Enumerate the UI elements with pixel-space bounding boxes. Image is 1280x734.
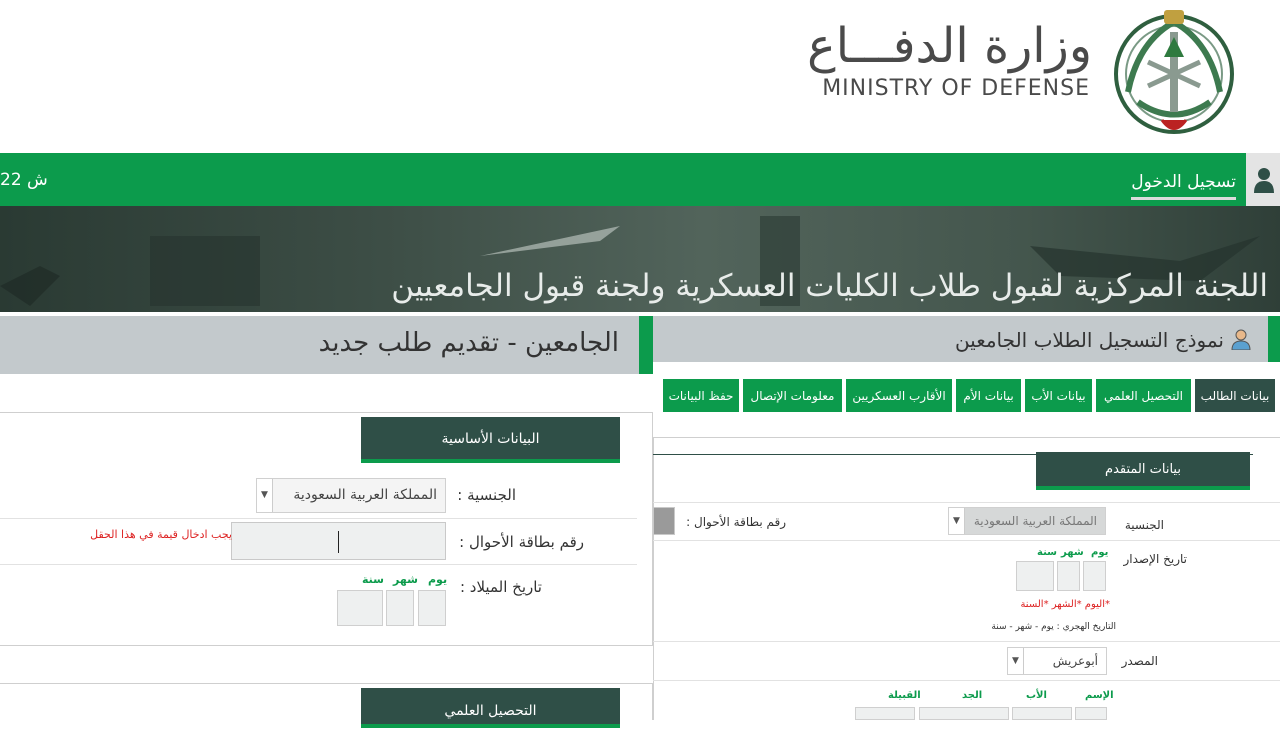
applicant-civil-id-label: رقم بطاقة الأحوال : — [686, 515, 786, 529]
birth-year-label: سنة — [362, 573, 384, 586]
tab-student-data[interactable]: بيانات الطالب — [1194, 378, 1276, 413]
tab-father-data[interactable]: بيانات الأب — [1024, 378, 1093, 413]
ministry-emblem-logo — [1114, 10, 1234, 134]
chevron-down-icon: ▼ — [1008, 648, 1024, 674]
row-divider — [653, 680, 1280, 681]
row-divider — [653, 502, 1280, 503]
birth-month-input[interactable] — [386, 590, 414, 626]
first-name-label: الإسم — [1085, 690, 1114, 701]
top-navbar — [0, 153, 1280, 206]
issue-day-input[interactable] — [1083, 561, 1106, 591]
civil-id-input[interactable] — [231, 522, 446, 560]
user-icon — [1254, 168, 1274, 193]
row-divider — [0, 564, 637, 565]
left-page-title-bar: الجامعين - تقديم طلب جديد — [0, 316, 653, 374]
tab-contact-info[interactable]: معلومات الإتصال — [742, 378, 843, 413]
source-select[interactable]: أبوعريش ▼ — [1007, 647, 1107, 675]
row-divider — [0, 518, 637, 519]
row-divider — [653, 540, 1280, 541]
login-link[interactable]: تسجيل الدخول — [1131, 172, 1236, 200]
banner-title: اللجنة المركزية لقبول طلاب الكليات العسك… — [391, 268, 1268, 304]
issue-date-required: *اليوم *الشهر *السنة — [1020, 599, 1110, 610]
nationality-select[interactable]: المملكة العربية السعودية ▼ — [256, 478, 446, 513]
text-cursor — [338, 531, 339, 553]
chevron-down-icon: ▼ — [257, 479, 273, 512]
applicant-nationality-value: المملكة العربية السعودية — [973, 514, 1097, 528]
tribe-name-label: القبيلة — [888, 690, 921, 701]
tab-mother-data[interactable]: بيانات الأم — [955, 378, 1022, 413]
nationality-value: المملكة العربية السعودية — [293, 487, 437, 503]
hero-banner: اللجنة المركزية لقبول طلاب الكليات العسك… — [0, 206, 1280, 312]
chevron-down-icon: ▼ — [949, 508, 965, 534]
applicant-nationality-label: الجنسية — [1124, 518, 1164, 532]
section-header-academic: التحصيل العلمي — [361, 688, 620, 728]
issue-month-input[interactable] — [1057, 561, 1080, 591]
form-title: نموذج التسجيل الطلاب الجامعين — [954, 328, 1224, 352]
birth-date-label: تاريخ الميلاد : — [459, 578, 542, 596]
tab-military-relatives[interactable]: الأقارب العسكريين — [845, 378, 953, 413]
nationality-label: الجنسية : — [457, 486, 516, 504]
birth-month-label: شهر — [393, 573, 418, 586]
tribe-name-input[interactable] — [855, 707, 915, 720]
current-date: 22 ش — [0, 170, 48, 190]
civil-id-label: رقم بطاقة الأحوال : — [459, 533, 584, 551]
grandfather-name-input[interactable] — [919, 707, 1009, 720]
issue-year-input[interactable] — [1016, 561, 1054, 591]
right-form-title-bar: نموذج التسجيل الطلاب الجامعين — [653, 316, 1280, 362]
father-name-label: الأب — [1026, 690, 1047, 701]
site-header: وزارة الدفـــاع MINISTRY OF DEFENSE — [0, 0, 1280, 153]
section-header-basic: البيانات الأساسية — [361, 417, 620, 463]
birth-year-input[interactable] — [337, 590, 383, 626]
student-avatar-icon — [1231, 329, 1251, 350]
hijri-note: التاريخ الهجري : يوم - شهر - سنة — [991, 622, 1116, 632]
issue-month-label: شهر — [1061, 547, 1084, 558]
issue-year-label: سنة — [1037, 547, 1057, 558]
tab-academic[interactable]: التحصيل العلمي — [1095, 378, 1192, 413]
issue-day-label: يوم — [1091, 547, 1109, 558]
applicant-civil-id-input[interactable] — [653, 507, 675, 535]
ministry-title-english: MINISTRY OF DEFENSE — [822, 76, 1090, 101]
birth-day-label: يوم — [428, 573, 448, 586]
birth-day-input[interactable] — [418, 590, 446, 626]
section-header-applicant: بيانات المتقدم — [1036, 452, 1250, 490]
page-title: الجامعين - تقديم طلب جديد — [318, 328, 619, 358]
father-name-input[interactable] — [1012, 707, 1072, 720]
issue-date-label: تاريخ الإصدار — [1123, 552, 1188, 566]
source-value: أبوعريش — [1052, 654, 1098, 668]
grandfather-name-label: الجد — [962, 690, 983, 701]
user-menu-button[interactable] — [1246, 153, 1280, 206]
applicant-nationality-select[interactable]: المملكة العربية السعودية ▼ — [948, 507, 1106, 535]
first-name-input[interactable] — [1075, 707, 1107, 720]
ministry-title-arabic: وزارة الدفـــاع — [807, 18, 1092, 74]
row-divider — [653, 641, 1280, 642]
civil-id-error: يجب ادخال قيمة في هذا الحقل — [90, 528, 232, 541]
tab-save-data[interactable]: حفظ البيانات — [662, 378, 740, 413]
source-label: المصدر — [1121, 654, 1158, 668]
